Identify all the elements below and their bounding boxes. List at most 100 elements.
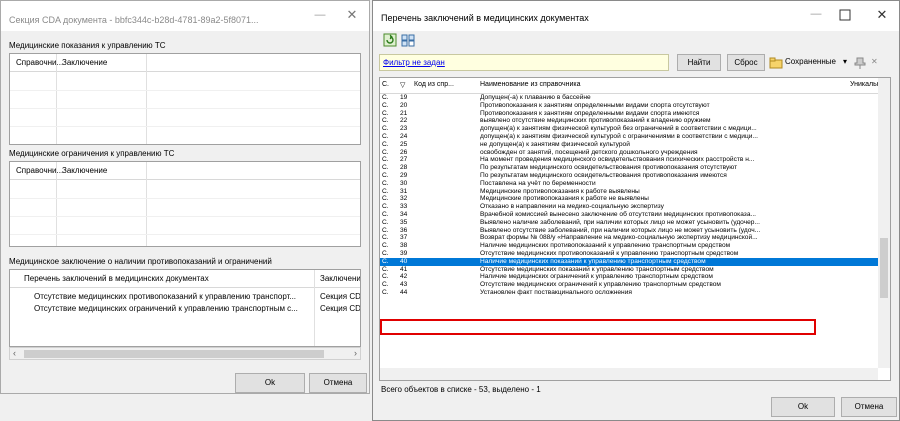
column-header-conclusion[interactable]: Заключени [320, 274, 360, 283]
table-cell-c2: 37 [400, 234, 408, 242]
table-row[interactable]: С. 20 Противопоказания к занятиям определе… [380, 102, 878, 110]
table-row[interactable]: С. 31 Медицинские противопоказания к работ… [380, 188, 878, 196]
saved-filters-icon[interactable] [769, 56, 783, 70]
cancel-button[interactable]: Отмена [309, 373, 367, 393]
table-row[interactable]: С. 30 Поставлена на учёт по беременности [380, 180, 878, 188]
horizontal-scrollbar[interactable]: ‹ › [9, 347, 361, 360]
cancel-button[interactable]: Отмена [841, 397, 897, 417]
highlight-box [380, 319, 816, 335]
table-row[interactable]: С. 29 По результатам медицинского освидете… [380, 172, 878, 180]
table-cell-c3: Выявлено отсутствие заболеваний, при нал… [480, 226, 761, 234]
table-header: С. ▽ Код из спр... Наименование из справ… [380, 78, 890, 94]
filter-bar: Фильтр не задан Найти Сброс Сохраненные … [379, 53, 891, 73]
table-row[interactable]: С. 21 Противопоказания к занятиям определе… [380, 110, 878, 118]
table-row[interactable]: С. 19 Допущен(-а) к плаванию в бассейне [380, 94, 878, 102]
table-cell-c3: Медицинские противопоказания к работе не… [480, 195, 649, 203]
table-cell-c1: С. [382, 164, 389, 172]
table-row[interactable]: С. 41 Отсутствие медицинских показаний к у… [380, 266, 878, 274]
column-header-unique[interactable]: Уникальн [850, 81, 881, 88]
table-row[interactable]: С. 25 не допущен(а) к занятиям физической … [380, 141, 878, 149]
filter-field[interactable]: Фильтр не задан [379, 54, 669, 71]
column-divider [146, 54, 147, 144]
table-cell-c3: Наличие медицинских ограничений к управл… [480, 273, 713, 281]
table-row[interactable]: С. 32 Медицинские противопоказания к работ… [380, 195, 878, 203]
table-cell-c1: С. [382, 273, 389, 281]
table-cell-c3: допущен(а) к занятиям физической культур… [480, 125, 757, 133]
minimize-icon[interactable]: — [311, 9, 329, 27]
select-columns-icon[interactable] [401, 33, 415, 47]
column-header-c[interactable]: С. [382, 81, 389, 88]
column-header-code[interactable]: Код из спр... [414, 81, 454, 88]
ok-button[interactable]: Ok [771, 397, 835, 417]
scrollbar-thumb[interactable] [24, 350, 324, 358]
table-cell-c3: Противопоказания к занятиям определенным… [480, 101, 710, 109]
table-row[interactable]: С. 26 освобожден от занятий, посещений дет… [380, 149, 878, 157]
pin-icon[interactable] [853, 56, 867, 70]
table-row[interactable]: С. 33 Отказано в направлении на медико-соц… [380, 203, 878, 211]
scroll-left-icon[interactable]: ‹ [13, 348, 16, 358]
filter-link[interactable]: Фильтр не задан [383, 58, 445, 67]
reset-button[interactable]: Сброс [727, 54, 765, 71]
table-cell-c1: С. [382, 125, 389, 133]
scroll-right-icon[interactable]: › [354, 348, 357, 358]
refresh-icon[interactable] [383, 33, 397, 47]
chevron-down-icon[interactable]: ▾ [843, 57, 847, 66]
status-text: Всего объектов в списке - 53, выделено -… [381, 385, 541, 394]
close-icon[interactable]: ✕ [341, 7, 363, 27]
table-row[interactable]: Отсутствие медицинских ограничений к упр… [10, 304, 360, 316]
minimize-icon[interactable]: — [807, 8, 825, 26]
scrollbar-thumb[interactable] [880, 238, 888, 298]
restrictions-section-label: Медицинские ограничения к управлению ТС [9, 149, 175, 158]
sort-icon[interactable]: ▽ [400, 81, 405, 89]
clear-icon[interactable]: ✕ [871, 57, 878, 66]
table-row[interactable]: Отсутствие медицинских противопоказаний … [10, 292, 361, 304]
table-row[interactable]: С. 24 допущен(а) к занятиям физической кул… [380, 133, 878, 141]
table-row[interactable]: С. 42 Наличие медицинских ограничений к уп… [380, 273, 878, 281]
saved-filters-button[interactable]: Сохраненные [785, 57, 836, 66]
column-header-conclusion[interactable]: Заключение [62, 58, 107, 67]
table-row[interactable]: С. 40 Наличие медицинских показаний к упра… [380, 257, 878, 266]
horizontal-scrollbar[interactable] [380, 368, 878, 380]
table-cell-c3: Выявлено наличие заболеваний, при наличи… [480, 218, 760, 226]
table-row[interactable]: С. 27 На момент проведения медицинского ос… [380, 156, 878, 164]
table-cell-c2: 30 [400, 179, 408, 187]
cda-window-titlebar[interactable]: Секция CDA документа - bbfc344c-b28d-478… [1, 1, 369, 31]
maximize-icon[interactable] [839, 9, 853, 23]
table-cell-c2: 43 [400, 281, 408, 289]
row-conclusion-value: Секция CD [320, 292, 361, 301]
column-header-conclusion-list[interactable]: Перечень заключений в медицинских докуме… [24, 274, 209, 283]
column-header-name[interactable]: Наименование из справочника [480, 81, 581, 88]
table-row[interactable]: С. 38 Наличие медицинских противопоказаний… [380, 242, 878, 250]
table-cell-c2: 25 [400, 140, 408, 148]
column-divider [56, 54, 57, 144]
table-row[interactable]: С. 34 Врачебной комиссией вынесено заключе… [380, 211, 878, 219]
restrictions-grid[interactable]: Справочни... Заключение [9, 161, 361, 247]
table-row[interactable]: С. 36 Выявлено отсутствие заболеваний, при… [380, 227, 878, 235]
column-header-conclusion[interactable]: Заключение [62, 166, 107, 175]
indications-grid[interactable]: Справочни... Заключение [9, 53, 361, 145]
table-cell-c2: 19 [400, 94, 408, 101]
close-icon[interactable]: ✕ [871, 7, 893, 27]
table-row[interactable]: С. 28 По результатам медицинского освидете… [380, 164, 878, 172]
table-row[interactable]: С. 44 Установлен факт поствакцинального ос… [380, 289, 878, 297]
conclusions-grid-header: Перечень заключений в медицинских докуме… [10, 270, 360, 288]
table-row[interactable]: С. 23 допущен(а) к занятиям физической кул… [380, 125, 878, 133]
table-row[interactable]: С. 37 Возврат формы № 088/у «Направление н… [380, 234, 878, 242]
ok-button[interactable]: Ok [235, 373, 305, 393]
find-button[interactable]: Найти [677, 54, 721, 71]
conclusions-table[interactable]: С. ▽ Код из спр... Наименование из справ… [379, 77, 891, 381]
table-row[interactable]: С. 35 Выявлено наличие заболеваний, при на… [380, 219, 878, 227]
table-cell-c2: 26 [400, 148, 408, 156]
table-cell-c3: По результатам медицинского освидетельст… [480, 164, 738, 172]
vertical-scrollbar[interactable] [878, 78, 890, 368]
table-cell-c1: С. [382, 210, 389, 218]
table-row[interactable]: С. 43 Отсутствие медицинских ограничений к… [380, 281, 878, 289]
table-cell-c2: 31 [400, 187, 408, 195]
table-cell-c1: С. [382, 242, 389, 250]
table-row[interactable]: С. 39 Отсутствие медицинских противопоказа… [380, 250, 878, 258]
grid-line [10, 90, 360, 91]
table-cell-c1: С. [382, 109, 389, 117]
conclusions-grid[interactable]: Перечень заключений в медицинских докуме… [9, 269, 361, 347]
list-window-titlebar[interactable]: Перечень заключений в медицинских докуме… [373, 1, 899, 31]
table-row[interactable]: С. 22 выявлено отсутствие медицинских прот… [380, 117, 878, 125]
